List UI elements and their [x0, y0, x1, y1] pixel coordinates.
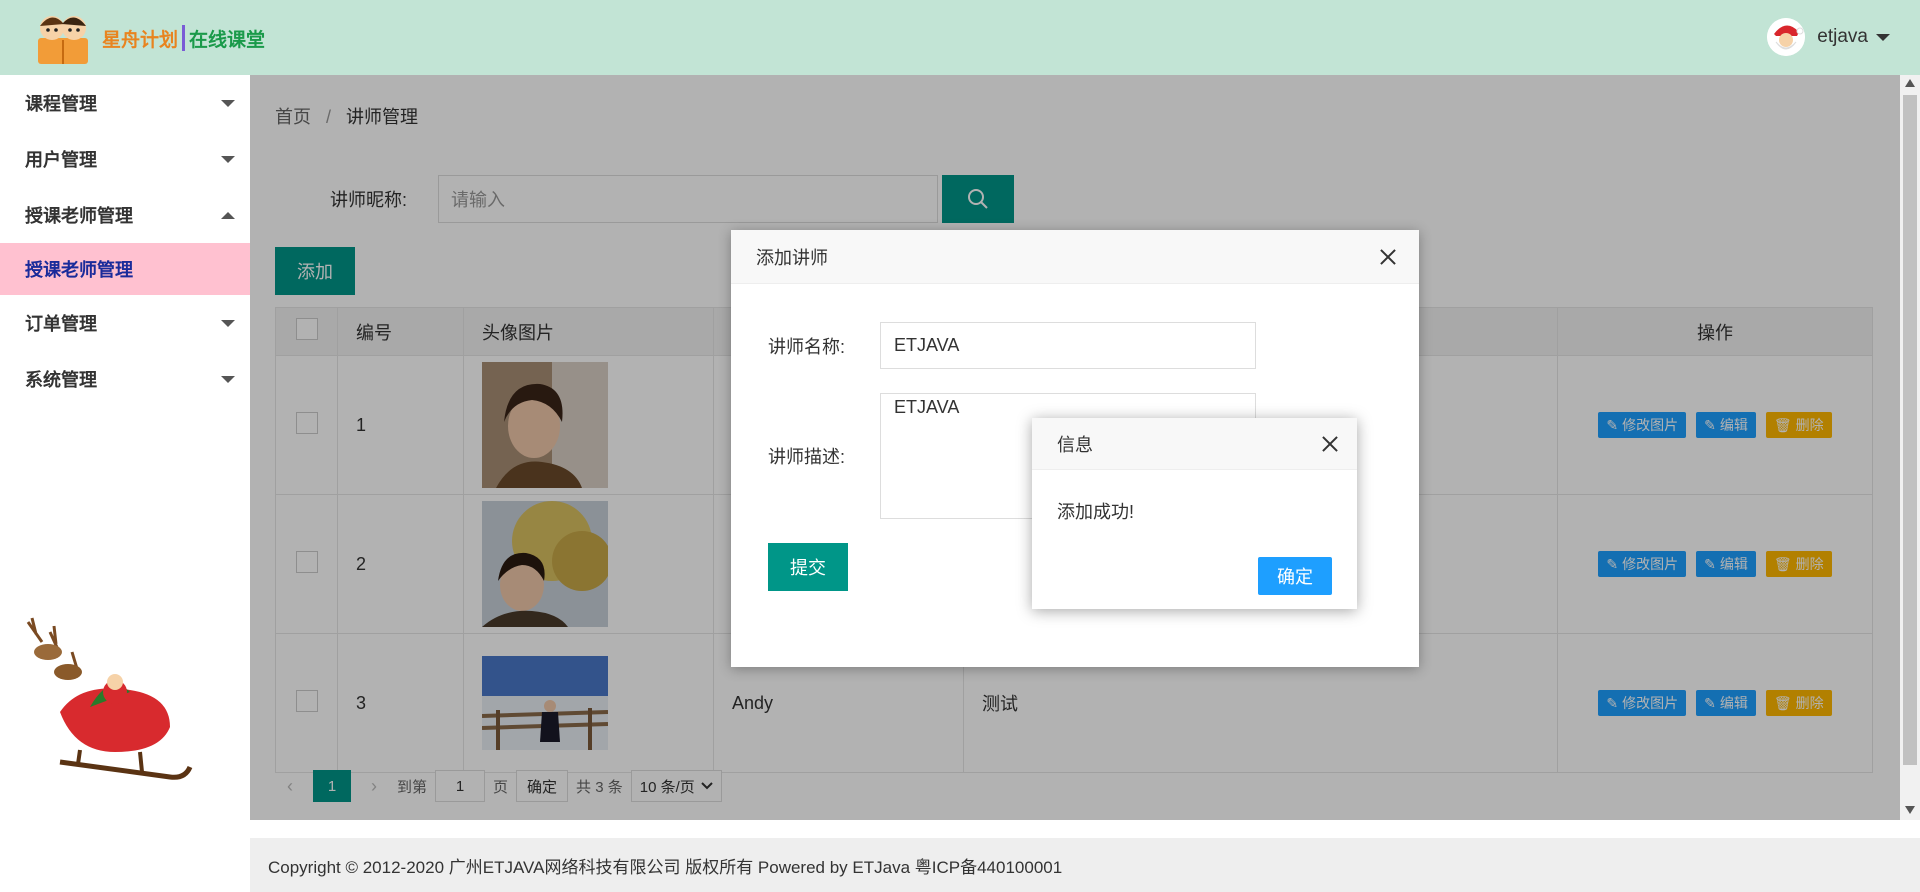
scroll-down-icon[interactable] [1905, 806, 1915, 814]
logo-divider [182, 25, 186, 51]
user-menu[interactable]: etjava [1767, 18, 1890, 56]
scrollbar-thumb[interactable] [1903, 95, 1917, 765]
sidebar-item-label: 用户管理 [25, 150, 97, 170]
caret-down-icon [221, 319, 235, 327]
dialog-header: 添加讲师 [731, 230, 1419, 284]
footer: Copyright © 2012-2020 广州ETJAVA网络科技有限公司 版… [250, 838, 1920, 892]
ok-button[interactable]: 确定 [1258, 557, 1332, 595]
sidebar-item-label: 课程管理 [25, 94, 97, 114]
logo-title-b: 在线课堂 [189, 29, 266, 51]
name-label: 讲师名称: [768, 336, 846, 357]
sidebar-item-course[interactable]: 课程管理 [0, 75, 250, 131]
name-field[interactable]: ETJAVA [880, 322, 1256, 369]
dialog-title: 添加讲师 [756, 247, 828, 268]
copyright-text: Copyright © 2012-2020 广州ETJAVA网络科技有限公司 版… [268, 857, 1063, 877]
scroll-up-icon[interactable] [1905, 79, 1915, 87]
username: etjava [1817, 26, 1868, 47]
santa-sleigh-icon [20, 612, 195, 797]
caret-up-icon [221, 211, 235, 219]
sidebar-item-label: 系统管理 [25, 370, 97, 390]
sidebar-item-system[interactable]: 系统管理 [0, 351, 250, 407]
submit-button[interactable]: 提交 [768, 543, 848, 591]
santa-avatar-icon [1767, 18, 1806, 56]
desc-label: 讲师描述: [768, 447, 846, 467]
sidebar-subitem-teacher[interactable]: 授课老师管理 [0, 243, 250, 295]
caret-down-icon [221, 375, 235, 383]
sidebar-item-label: 授课老师管理 [25, 260, 133, 280]
message-header: 信息 [1032, 418, 1357, 470]
caret-down-icon [221, 99, 235, 107]
sidebar-item-label: 授课老师管理 [25, 206, 133, 226]
sidebar-item-teacher[interactable]: 授课老师管理 [0, 187, 250, 243]
chevron-down-icon [1876, 33, 1890, 41]
name-row: 讲师名称: ETJAVA [768, 322, 1256, 369]
caret-down-icon [221, 155, 235, 163]
logo-title-a: 星舟计划 [102, 29, 179, 51]
sidebar-item-label: 订单管理 [25, 314, 97, 334]
message-dialog: 信息 添加成功! 确定 [1032, 418, 1357, 609]
close-icon[interactable] [1377, 246, 1399, 268]
sidebar-item-user[interactable]: 用户管理 [0, 131, 250, 187]
logo-kids-icon [32, 8, 94, 68]
message-title: 信息 [1057, 434, 1093, 455]
message-body: 添加成功! [1057, 502, 1135, 522]
sidebar-item-order[interactable]: 订单管理 [0, 295, 250, 351]
logo[interactable]: 星舟计划 在线课堂 [32, 8, 265, 68]
page-scrollbar[interactable] [1900, 75, 1920, 820]
top-header: 星舟计划 在线课堂 etjava [0, 0, 1920, 75]
close-icon[interactable] [1319, 433, 1341, 455]
